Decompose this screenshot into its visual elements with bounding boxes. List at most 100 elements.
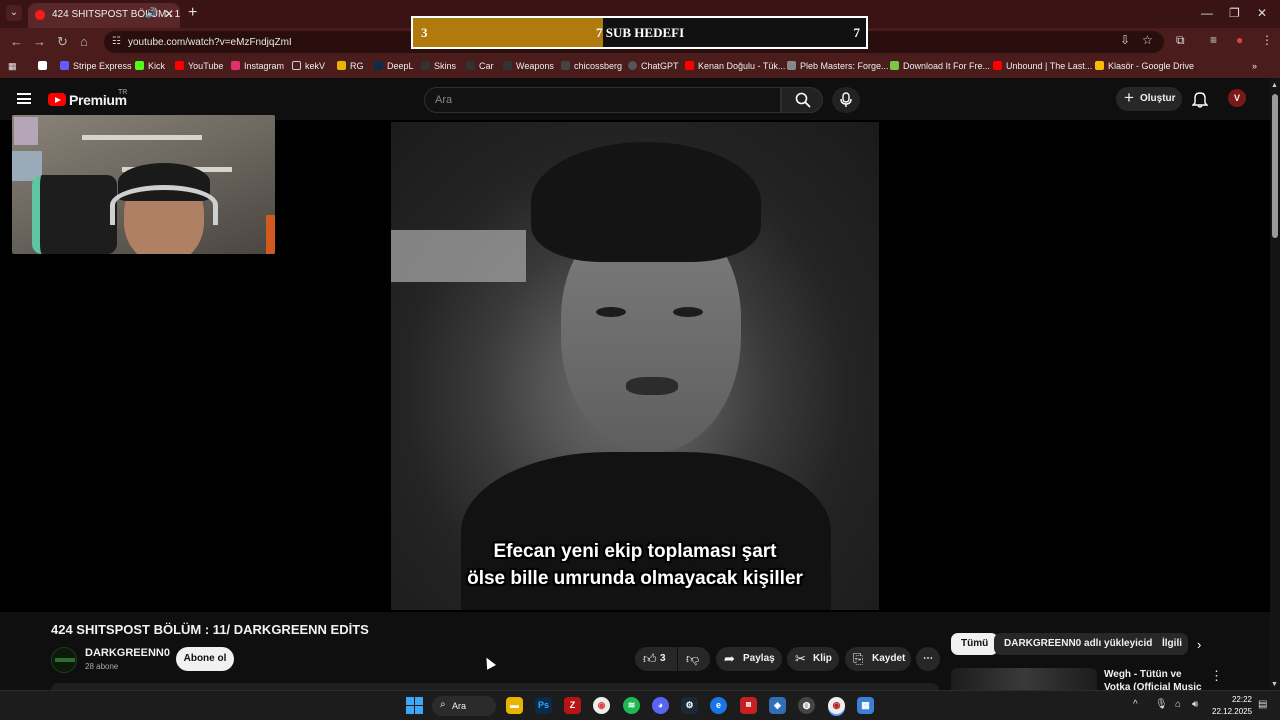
channel-name[interactable]: DARKGREENN0: [85, 647, 170, 659]
windows-start-icon[interactable]: [406, 697, 423, 714]
file-explorer-icon[interactable]: ▬: [506, 697, 523, 714]
steam-icon[interactable]: ⚙: [681, 697, 698, 714]
page-scrollbar[interactable]: ▲ ▼: [1270, 78, 1280, 690]
video-person-hair: [531, 142, 761, 262]
video-frame[interactable]: Efecan yeni ekip toplaması şart ölse bil…: [391, 122, 879, 610]
guide-menu-icon[interactable]: [17, 93, 31, 104]
bookmark-item[interactable]: ChatGPT: [628, 61, 679, 71]
system-clock[interactable]: 22:22 22.12.2025: [1212, 694, 1252, 718]
microphone-tray-icon[interactable]: 🎙︎: [1155, 699, 1168, 710]
scroll-up-icon[interactable]: ▲: [1271, 82, 1278, 89]
background-light: [391, 230, 526, 282]
bookmark-item[interactable]: Klasör - Google Drive: [1095, 61, 1194, 71]
bookmark-item[interactable]: kekV: [292, 61, 325, 71]
clip-button[interactable]: ✂ Klip: [787, 647, 839, 671]
back-icon[interactable]: ←: [10, 34, 23, 49]
mouse-cursor-icon: [482, 655, 496, 670]
save-button[interactable]: ⎘ Kaydet: [845, 647, 911, 671]
bookmark-item[interactable]: YouTube: [175, 61, 223, 71]
browser-tab[interactable]: 424 SHITSPOST BÖLÜM : 1 🔊 ✕: [28, 3, 180, 28]
chip-all[interactable]: Tümü: [951, 633, 999, 655]
chip-related[interactable]: İlgili: [1152, 633, 1188, 655]
clock-date: 22.12.2025: [1212, 707, 1253, 716]
scrollbar-thumb[interactable]: [1272, 94, 1278, 238]
more-actions-button[interactable]: ⋯: [916, 647, 940, 671]
chips-next-icon[interactable]: ›: [1197, 637, 1201, 652]
bookmark-item[interactable]: Weapons: [503, 61, 554, 71]
instagram-icon: [231, 61, 240, 70]
tab-search-chevron-icon[interactable]: ⌄: [6, 5, 22, 21]
bookmark-item[interactable]: Kick: [135, 61, 165, 71]
sub-goal-target: 7: [853, 25, 861, 40]
search-input[interactable]: Ara: [424, 87, 781, 113]
network-app-icon[interactable]: ◈: [769, 697, 786, 714]
chrome-active-icon[interactable]: ◉: [828, 697, 845, 714]
notification-center-icon[interactable]: ▤: [1258, 699, 1267, 710]
description-box[interactable]: [51, 683, 939, 690]
notifications-bell-icon[interactable]: [1192, 90, 1208, 108]
bookmark-item[interactable]: Stripe Express: [60, 61, 132, 71]
bookmark-item[interactable]: Unbound | The Last...: [993, 61, 1092, 71]
channel-avatar[interactable]: [51, 647, 77, 673]
new-tab-icon[interactable]: +: [188, 4, 197, 22]
restore-icon[interactable]: ❐: [1229, 6, 1240, 20]
save-bookmark-icon: ⎘: [853, 651, 864, 666]
speaker-icon[interactable]: 🔊: [146, 8, 158, 19]
bookmark-item[interactable]: Skins: [421, 61, 456, 71]
recommended-menu-icon[interactable]: ⋮: [1210, 668, 1223, 684]
forward-icon[interactable]: →: [33, 34, 46, 49]
like-button[interactable]: 👍︎ 3: [635, 647, 677, 671]
home-icon[interactable]: ⌂: [80, 34, 88, 49]
bookmark-item[interactable]: chicossberg: [561, 61, 622, 71]
bookmark-item[interactable]: Download It For Fre...: [890, 61, 990, 71]
taskbar-search[interactable]: ⌕ Ara: [432, 696, 496, 716]
voice-search-button[interactable]: [832, 87, 860, 113]
bookmarks-bar: ▦ Stripe Express Kick YouTube Instagram …: [0, 56, 1280, 78]
reload-icon[interactable]: ↻: [57, 34, 68, 50]
volume-tray-icon[interactable]: 🔊︎: [1192, 699, 1198, 710]
edge-icon[interactable]: e: [710, 697, 727, 714]
chip-from-uploader[interactable]: DARKGREENN0 adlı yükleyiciden: [994, 633, 1175, 655]
bookmark-item[interactable]: Kenan Doğulu - Tük...: [685, 61, 785, 71]
profile-icon[interactable]: ●: [1236, 33, 1243, 47]
account-avatar[interactable]: V: [1228, 89, 1246, 107]
scroll-down-icon[interactable]: ▼: [1271, 681, 1278, 688]
reading-list-icon[interactable]: ≡: [1210, 33, 1217, 47]
calculator-icon[interactable]: ▦: [857, 697, 874, 714]
search-button[interactable]: [781, 87, 823, 113]
dislike-button[interactable]: 👎︎: [678, 647, 710, 671]
filezilla-icon[interactable]: Z: [564, 697, 581, 714]
photoshop-icon[interactable]: Ps: [535, 697, 552, 714]
site-info-icon[interactable]: ☷: [112, 36, 121, 47]
bookmark-item[interactable]: Instagram: [231, 61, 284, 71]
bookmark-item[interactable]: Pleb Masters: Forge...: [787, 61, 889, 71]
create-button[interactable]: + Oluştur: [1116, 87, 1182, 111]
bookmarks-overflow-icon[interactable]: »: [1252, 61, 1257, 71]
bookmark-item[interactable]: [38, 61, 51, 71]
minimize-icon[interactable]: —: [1201, 6, 1213, 20]
obs-icon[interactable]: ◍: [798, 697, 815, 714]
video-person-eye: [596, 307, 626, 317]
youtube-logo-icon[interactable]: [48, 93, 66, 106]
share-button[interactable]: ➦ Paylaş: [716, 647, 782, 671]
subscribe-button[interactable]: Abone ol: [176, 647, 234, 671]
tray-overflow-icon[interactable]: ^: [1133, 699, 1138, 710]
network-tray-icon[interactable]: ⌂: [1175, 699, 1181, 710]
close-tab-icon[interactable]: ✕: [164, 7, 174, 21]
stream-deck-icon[interactable]: ▤: [740, 697, 757, 714]
browser-menu-icon[interactable]: ⋮: [1261, 33, 1273, 47]
bookmark-item[interactable]: RG: [337, 61, 364, 71]
install-app-icon[interactable]: ⇩: [1120, 33, 1130, 47]
recommended-video-thumbnail[interactable]: [951, 668, 1097, 690]
chrome-icon[interactable]: ◉: [593, 697, 610, 714]
taskbar-search-label: Ara: [452, 701, 467, 711]
recommended-video-title[interactable]: Wegh - Tütün ve Votka (Official Music Vi…: [1104, 668, 1209, 690]
bookmark-item[interactable]: Car: [466, 61, 494, 71]
spotify-icon[interactable]: ≋: [623, 697, 640, 714]
bookmark-item[interactable]: DeepL: [374, 61, 414, 71]
bookmark-star-icon[interactable]: ☆: [1142, 33, 1153, 47]
close-window-icon[interactable]: ✕: [1257, 6, 1267, 20]
apps-grid-icon[interactable]: ▦: [8, 61, 17, 72]
discord-icon[interactable]: ◕: [652, 697, 669, 714]
extensions-icon[interactable]: ⧉: [1176, 33, 1185, 48]
